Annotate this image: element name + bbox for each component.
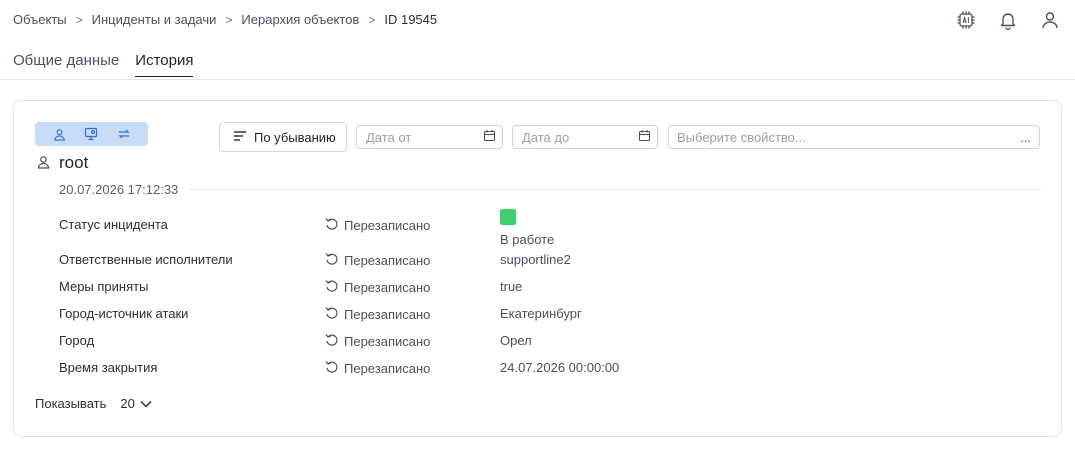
tabs: Общие данные История bbox=[13, 52, 194, 77]
breadcrumb-separator: > bbox=[368, 12, 376, 27]
timestamp: 20.07.2026 17:12:33 bbox=[59, 182, 179, 197]
change-value: В работе bbox=[500, 209, 554, 247]
author-name: root bbox=[59, 153, 89, 172]
tabs-divider bbox=[0, 79, 1075, 80]
top-bar: Объекты > Инциденты и задачи > Иерархия … bbox=[0, 0, 1075, 40]
exchange-icon[interactable] bbox=[112, 124, 136, 144]
change-action-label: Перезаписано bbox=[344, 280, 431, 295]
monitor-icon[interactable] bbox=[79, 124, 103, 144]
revert-icon bbox=[325, 252, 339, 269]
change-value: supportline2 bbox=[500, 252, 571, 267]
breadcrumb-separator: > bbox=[225, 12, 233, 27]
change-value: Орел bbox=[500, 333, 532, 348]
change-action: Перезаписано bbox=[325, 333, 430, 350]
change-property: Время закрытия bbox=[59, 360, 158, 375]
property-select-more[interactable]: ... bbox=[1020, 130, 1031, 145]
history-entry-author: root bbox=[37, 153, 88, 173]
revert-icon bbox=[325, 279, 339, 296]
change-property: Статус инцидента bbox=[59, 217, 168, 232]
change-action-label: Перезаписано bbox=[344, 334, 431, 349]
tab-general[interactable]: Общие данные bbox=[13, 52, 119, 77]
change-value: true bbox=[500, 279, 523, 294]
breadcrumb-item-hierarchy[interactable]: Иерархия объектов bbox=[241, 12, 359, 27]
divider bbox=[190, 189, 1041, 190]
change-property: Меры приняты bbox=[59, 279, 149, 294]
breadcrumb-item-objects[interactable]: Объекты bbox=[13, 12, 67, 27]
history-card: По убыванию Дата от Дата до Выберите сво… bbox=[13, 100, 1062, 437]
page-size-select[interactable]: 20 bbox=[120, 396, 152, 411]
ai-chip-icon[interactable] bbox=[955, 9, 977, 31]
change-property: Город bbox=[59, 333, 95, 348]
change-action: Перезаписано bbox=[325, 360, 430, 377]
date-to-placeholder: Дата до bbox=[522, 129, 570, 145]
top-icons bbox=[955, 9, 1061, 31]
property-select[interactable]: Выберите свойство... ... bbox=[668, 125, 1040, 149]
change-value-text: В работе bbox=[500, 232, 555, 247]
sort-button-label: По убыванию bbox=[254, 129, 336, 145]
bell-icon[interactable] bbox=[997, 9, 1019, 31]
change-action: Перезаписано bbox=[325, 279, 430, 296]
change-action: Перезаписано bbox=[325, 217, 430, 234]
revert-icon bbox=[325, 306, 339, 323]
change-action-label: Перезаписано bbox=[344, 361, 431, 376]
breadcrumb: Объекты > Инциденты и задачи > Иерархия … bbox=[13, 12, 437, 27]
sort-button[interactable]: По убыванию bbox=[219, 122, 347, 152]
chevron-down-icon bbox=[140, 396, 152, 411]
change-action: Перезаписано bbox=[325, 252, 430, 269]
revert-icon bbox=[325, 217, 339, 234]
change-action-label: Перезаписано bbox=[344, 253, 431, 268]
event-type-toggle bbox=[35, 122, 148, 146]
change-action-label: Перезаписано bbox=[344, 307, 431, 322]
calendar-icon[interactable] bbox=[638, 129, 651, 145]
change-action-label: Перезаписано bbox=[344, 218, 431, 233]
sort-lines-icon bbox=[233, 130, 247, 145]
breadcrumb-current: ID 19545 bbox=[384, 12, 438, 27]
change-value: Екатеринбург bbox=[500, 306, 582, 321]
revert-icon bbox=[325, 333, 339, 350]
user-icon[interactable] bbox=[47, 124, 71, 144]
date-from-placeholder: Дата от bbox=[366, 129, 412, 145]
date-from-input[interactable]: Дата от bbox=[356, 125, 503, 149]
change-property: Город-источник атаки bbox=[59, 306, 189, 321]
page-size-control: Показывать 20 bbox=[35, 396, 152, 411]
status-color-swatch bbox=[500, 209, 516, 225]
breadcrumb-separator: > bbox=[75, 12, 83, 27]
tab-history[interactable]: История bbox=[135, 52, 194, 77]
user-icon[interactable] bbox=[1039, 9, 1061, 31]
history-entry-timestamp: 20.07.2026 17:12:33 bbox=[59, 182, 1041, 197]
change-value: 24.07.2026 00:00:00 bbox=[500, 360, 620, 375]
change-action: Перезаписано bbox=[325, 306, 430, 323]
breadcrumb-item-incidents[interactable]: Инциденты и задачи bbox=[92, 12, 217, 27]
property-select-placeholder: Выберите свойство... bbox=[677, 129, 806, 145]
change-property: Ответственные исполнители bbox=[59, 252, 233, 267]
revert-icon bbox=[325, 360, 339, 377]
page-size-value: 20 bbox=[120, 396, 135, 411]
date-to-input[interactable]: Дата до bbox=[512, 125, 658, 149]
user-icon bbox=[37, 155, 50, 172]
calendar-icon[interactable] bbox=[483, 129, 496, 145]
page-size-label: Показывать bbox=[35, 396, 107, 411]
